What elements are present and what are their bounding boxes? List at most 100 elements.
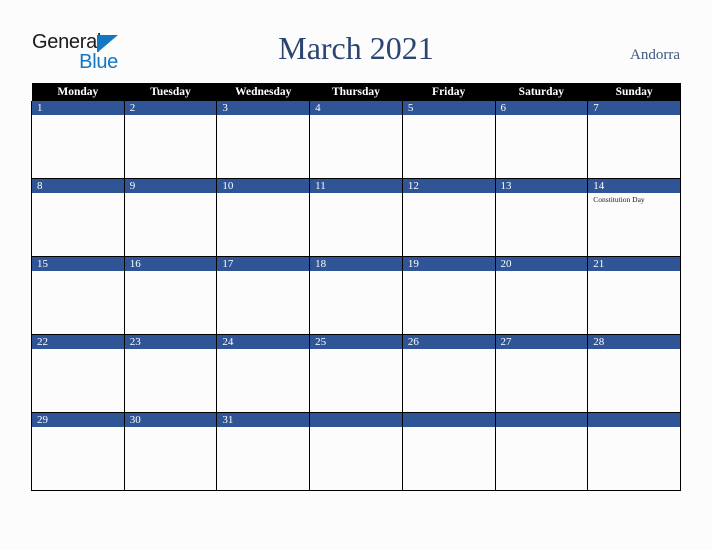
day-events [217, 193, 309, 195]
day-cell-inner: 14 Constitution Day [588, 179, 680, 256]
day-cell-inner: 21 [588, 257, 680, 334]
calendar-day-cell[interactable]: 27 [494, 334, 589, 413]
day-cell-inner: 4 [310, 101, 402, 178]
day-cell-inner: 19 [402, 257, 495, 334]
day-number: 31 [217, 413, 310, 427]
day-cell-inner: 7 [588, 101, 680, 178]
calendar-day-cell[interactable] [309, 412, 403, 491]
day-cell-inner: 15 [32, 257, 124, 334]
weekday-header-wednesday: Wednesday [216, 83, 310, 101]
day-events [496, 271, 588, 273]
calendar-day-cell[interactable]: 12 [401, 178, 496, 257]
day-cell-inner: 16 [124, 257, 217, 334]
day-number: 10 [217, 179, 310, 193]
day-cell-inner [495, 413, 588, 490]
day-number: 28 [588, 335, 680, 349]
calendar-day-cell[interactable]: 18 [309, 256, 403, 335]
day-cell-inner: 11 [310, 179, 402, 256]
calendar-day-cell[interactable]: 3 [216, 101, 311, 179]
calendar-day-cell[interactable]: 25 [309, 334, 403, 413]
day-number: 11 [310, 179, 402, 193]
day-number: 4 [310, 101, 402, 115]
day-events [496, 193, 588, 195]
calendar-day-cell[interactable]: 23 [123, 334, 218, 413]
day-number: 25 [310, 335, 402, 349]
calendar-page: General Blue March 2021 Andorra Monday T… [0, 0, 712, 550]
day-cell-inner [588, 413, 680, 490]
day-events [403, 427, 495, 429]
calendar-week-row: 15 16 17 18 19 20 21 [31, 256, 681, 335]
day-cell-inner: 25 [310, 335, 402, 412]
calendar-day-cell[interactable]: 17 [216, 256, 311, 335]
day-number: 18 [310, 257, 402, 271]
day-cell-inner: 10 [217, 179, 310, 256]
calendar-day-cell[interactable]: 9 [123, 178, 218, 257]
day-number: 22 [32, 335, 124, 349]
calendar-day-cell[interactable]: 21 [587, 256, 681, 335]
day-events [403, 271, 495, 273]
calendar-day-cell[interactable]: 20 [494, 256, 589, 335]
day-number: 5 [402, 101, 495, 115]
calendar-day-cell[interactable]: 1 [31, 101, 125, 179]
calendar-day-cell[interactable]: 4 [309, 101, 403, 179]
calendar-day-cell[interactable]: 13 [494, 178, 589, 257]
day-cell-inner [310, 413, 402, 490]
weekday-header-sunday: Sunday [587, 83, 681, 101]
day-cell-inner: 5 [402, 101, 495, 178]
day-cell-inner: 27 [495, 335, 588, 412]
calendar-day-cell[interactable]: 28 [587, 334, 681, 413]
calendar-day-cell[interactable]: 30 [123, 412, 218, 491]
weekday-header-thursday: Thursday [309, 83, 403, 101]
day-cell-inner: 12 [402, 179, 495, 256]
day-events [496, 349, 588, 351]
calendar-day-cell[interactable]: 10 [216, 178, 311, 257]
calendar-day-cell[interactable]: 15 [31, 256, 125, 335]
calendar-week-row: 8 9 10 11 12 13 14 Constitution Day [31, 178, 681, 257]
calendar-day-cell[interactable]: 19 [401, 256, 496, 335]
calendar-day-cell[interactable]: 2 [123, 101, 218, 179]
day-cell-inner: 20 [495, 257, 588, 334]
day-events [588, 427, 680, 429]
calendar-day-cell[interactable]: 22 [31, 334, 125, 413]
calendar-day-cell[interactable]: 11 [309, 178, 403, 257]
day-number: 23 [124, 335, 217, 349]
day-number: 9 [124, 179, 217, 193]
calendar-day-cell[interactable]: 14 Constitution Day [587, 178, 681, 257]
day-number [588, 413, 680, 427]
calendar-day-cell[interactable] [587, 412, 681, 491]
day-events [310, 349, 402, 351]
calendar-day-cell[interactable]: 6 [494, 101, 589, 179]
holiday-event: Constitution Day [593, 195, 645, 204]
calendar-day-cell[interactable]: 31 [216, 412, 311, 491]
calendar-day-cell[interactable]: 24 [216, 334, 311, 413]
day-cell-inner: 9 [124, 179, 217, 256]
day-events [496, 115, 588, 117]
day-events [32, 427, 124, 429]
calendar-day-cell[interactable]: 5 [401, 101, 496, 179]
day-cell-inner: 13 [495, 179, 588, 256]
day-cell-inner: 28 [588, 335, 680, 412]
day-number: 16 [124, 257, 217, 271]
calendar-day-cell[interactable] [401, 412, 496, 491]
day-cell-inner: 1 [32, 101, 124, 178]
calendar-day-cell[interactable]: 26 [401, 334, 496, 413]
calendar-day-cell[interactable]: 8 [31, 178, 125, 257]
day-events [32, 349, 124, 351]
day-number: 8 [32, 179, 124, 193]
day-cell-inner: 26 [402, 335, 495, 412]
day-events [217, 427, 309, 429]
day-events [403, 349, 495, 351]
day-number: 27 [495, 335, 588, 349]
day-events [217, 271, 309, 273]
weekday-header-friday: Friday [402, 83, 496, 101]
calendar-day-cell[interactable]: 16 [123, 256, 218, 335]
day-cell-inner: 30 [124, 413, 217, 490]
day-cell-inner: 29 [32, 413, 124, 490]
day-number: 1 [32, 101, 124, 115]
day-events [125, 193, 217, 195]
day-events [310, 427, 402, 429]
calendar-day-cell[interactable]: 29 [31, 412, 125, 491]
calendar-day-cell[interactable]: 7 [587, 101, 681, 179]
calendar-day-cell[interactable] [494, 412, 589, 491]
day-cell-inner: 23 [124, 335, 217, 412]
